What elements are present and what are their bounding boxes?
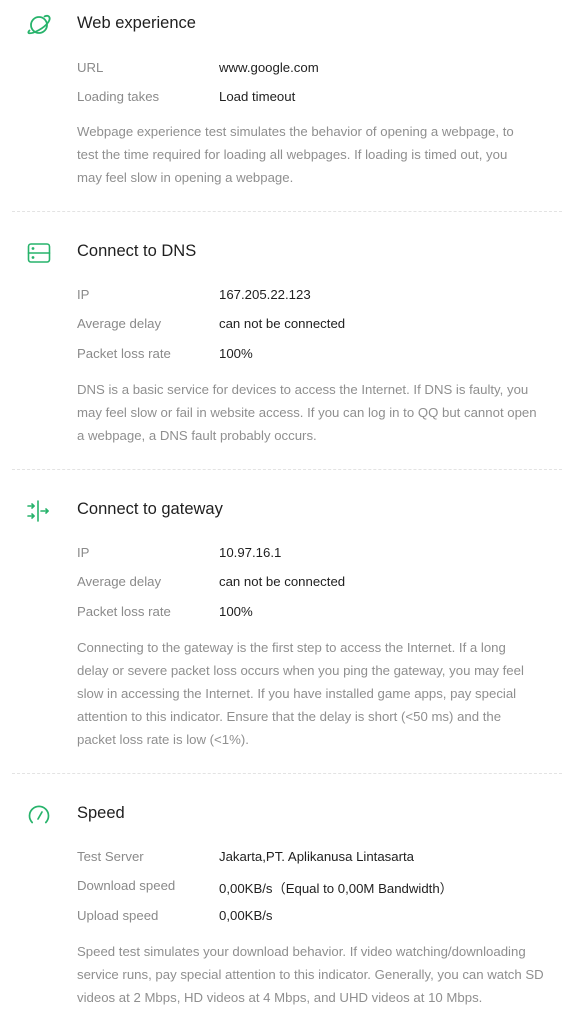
row-label: Packet loss rate — [77, 346, 171, 361]
row-label: IP — [77, 287, 90, 302]
row-value: 100% — [219, 346, 253, 361]
section-description: Webpage experience test simulates the be… — [77, 120, 557, 189]
section-divider — [12, 773, 562, 774]
description-line: service runs, pay special attention to t… — [77, 967, 544, 982]
description-line: packet loss rate is low (<1%). — [77, 732, 249, 747]
description-line: a webpage, a DNS fault probably occurs. — [77, 428, 317, 443]
info-row-packet-loss: Packet loss rate 100% — [0, 602, 573, 624]
row-label: Loading takes — [77, 89, 160, 104]
description-line: DNS is a basic service for devices to ac… — [77, 382, 529, 397]
description-line: may feel slow in opening a webpage. — [77, 170, 294, 185]
info-row-average-delay: Average delay can not be connected — [0, 314, 573, 336]
description-line: Connecting to the gateway is the first s… — [77, 640, 506, 655]
info-row-ip: IP 10.97.16.1 — [0, 543, 573, 565]
section-header: Speed — [0, 798, 573, 834]
planet-icon — [25, 11, 53, 39]
section-description: Connecting to the gateway is the first s… — [77, 636, 557, 751]
description-line: may feel slow or fail in website access.… — [77, 405, 537, 420]
description-line: videos at 2 Mbps, HD videos at 4 Mbps, a… — [77, 990, 483, 1005]
row-value: can not be connected — [219, 574, 346, 589]
info-row-test-server: Test Server Jakarta,PT. Aplikanusa Linta… — [0, 847, 573, 869]
section-title: Connect to DNS — [77, 242, 197, 260]
description-line: test the time required for loading all w… — [77, 147, 508, 162]
section-title: Web experience — [77, 14, 196, 32]
row-value: 10.97.16.1 — [219, 545, 282, 560]
section-title: Connect to gateway — [77, 500, 223, 518]
row-value: can not be connected — [219, 316, 346, 331]
info-row-download-speed: Download speed 0,00KB/s（Equal to 0,00M B… — [0, 876, 573, 898]
row-label: Average delay — [77, 316, 162, 331]
row-label: Download speed — [77, 878, 176, 893]
row-value: 100% — [219, 604, 253, 619]
row-label: Average delay — [77, 574, 162, 589]
info-row-ip: IP 167.205.22.123 — [0, 285, 573, 307]
row-label: Test Server — [77, 849, 144, 864]
info-row-loading: Loading takes Load timeout — [0, 87, 573, 109]
info-row-upload-speed: Upload speed 0,00KB/s — [0, 906, 573, 928]
description-line: Speed test simulates your download behav… — [77, 944, 526, 959]
info-row-url: URL www.google.com — [0, 58, 573, 80]
description-line: delay or severe packet loss occurs when … — [77, 663, 524, 678]
description-line: slow in accessing the Internet. If you h… — [77, 686, 517, 701]
row-value: Load timeout — [219, 89, 296, 104]
section-header: Connect to DNS — [0, 236, 573, 272]
section-header: Connect to gateway — [0, 494, 573, 530]
info-row-packet-loss: Packet loss rate 100% — [0, 344, 573, 366]
section-divider — [12, 469, 562, 470]
section-header: Web experience — [0, 8, 573, 44]
row-label: Upload speed — [77, 908, 159, 923]
row-value: 167.205.22.123 — [219, 287, 311, 302]
section-description: Speed test simulates your download behav… — [77, 940, 557, 1009]
row-value: 0,00KB/s（Equal to 0,00M Bandwidth） — [219, 881, 453, 896]
info-row-average-delay: Average delay can not be connected — [0, 572, 573, 594]
description-line: Webpage experience test simulates the be… — [77, 124, 514, 139]
server-icon — [25, 239, 53, 267]
section-divider — [12, 211, 562, 212]
row-label: IP — [77, 545, 90, 560]
row-value: Jakarta,PT. Aplikanusa Lintasarta — [219, 849, 414, 864]
row-label: Packet loss rate — [77, 604, 171, 619]
row-value: www.google.com — [219, 60, 319, 75]
description-line: attention to this indicator. Ensure that… — [77, 709, 502, 724]
row-value: 0,00KB/s — [219, 908, 273, 923]
section-title: Speed — [77, 804, 125, 822]
gateway-arrows-icon — [25, 497, 53, 525]
section-description: DNS is a basic service for devices to ac… — [77, 378, 557, 447]
speedometer-icon — [25, 801, 53, 829]
row-label: URL — [77, 60, 104, 75]
